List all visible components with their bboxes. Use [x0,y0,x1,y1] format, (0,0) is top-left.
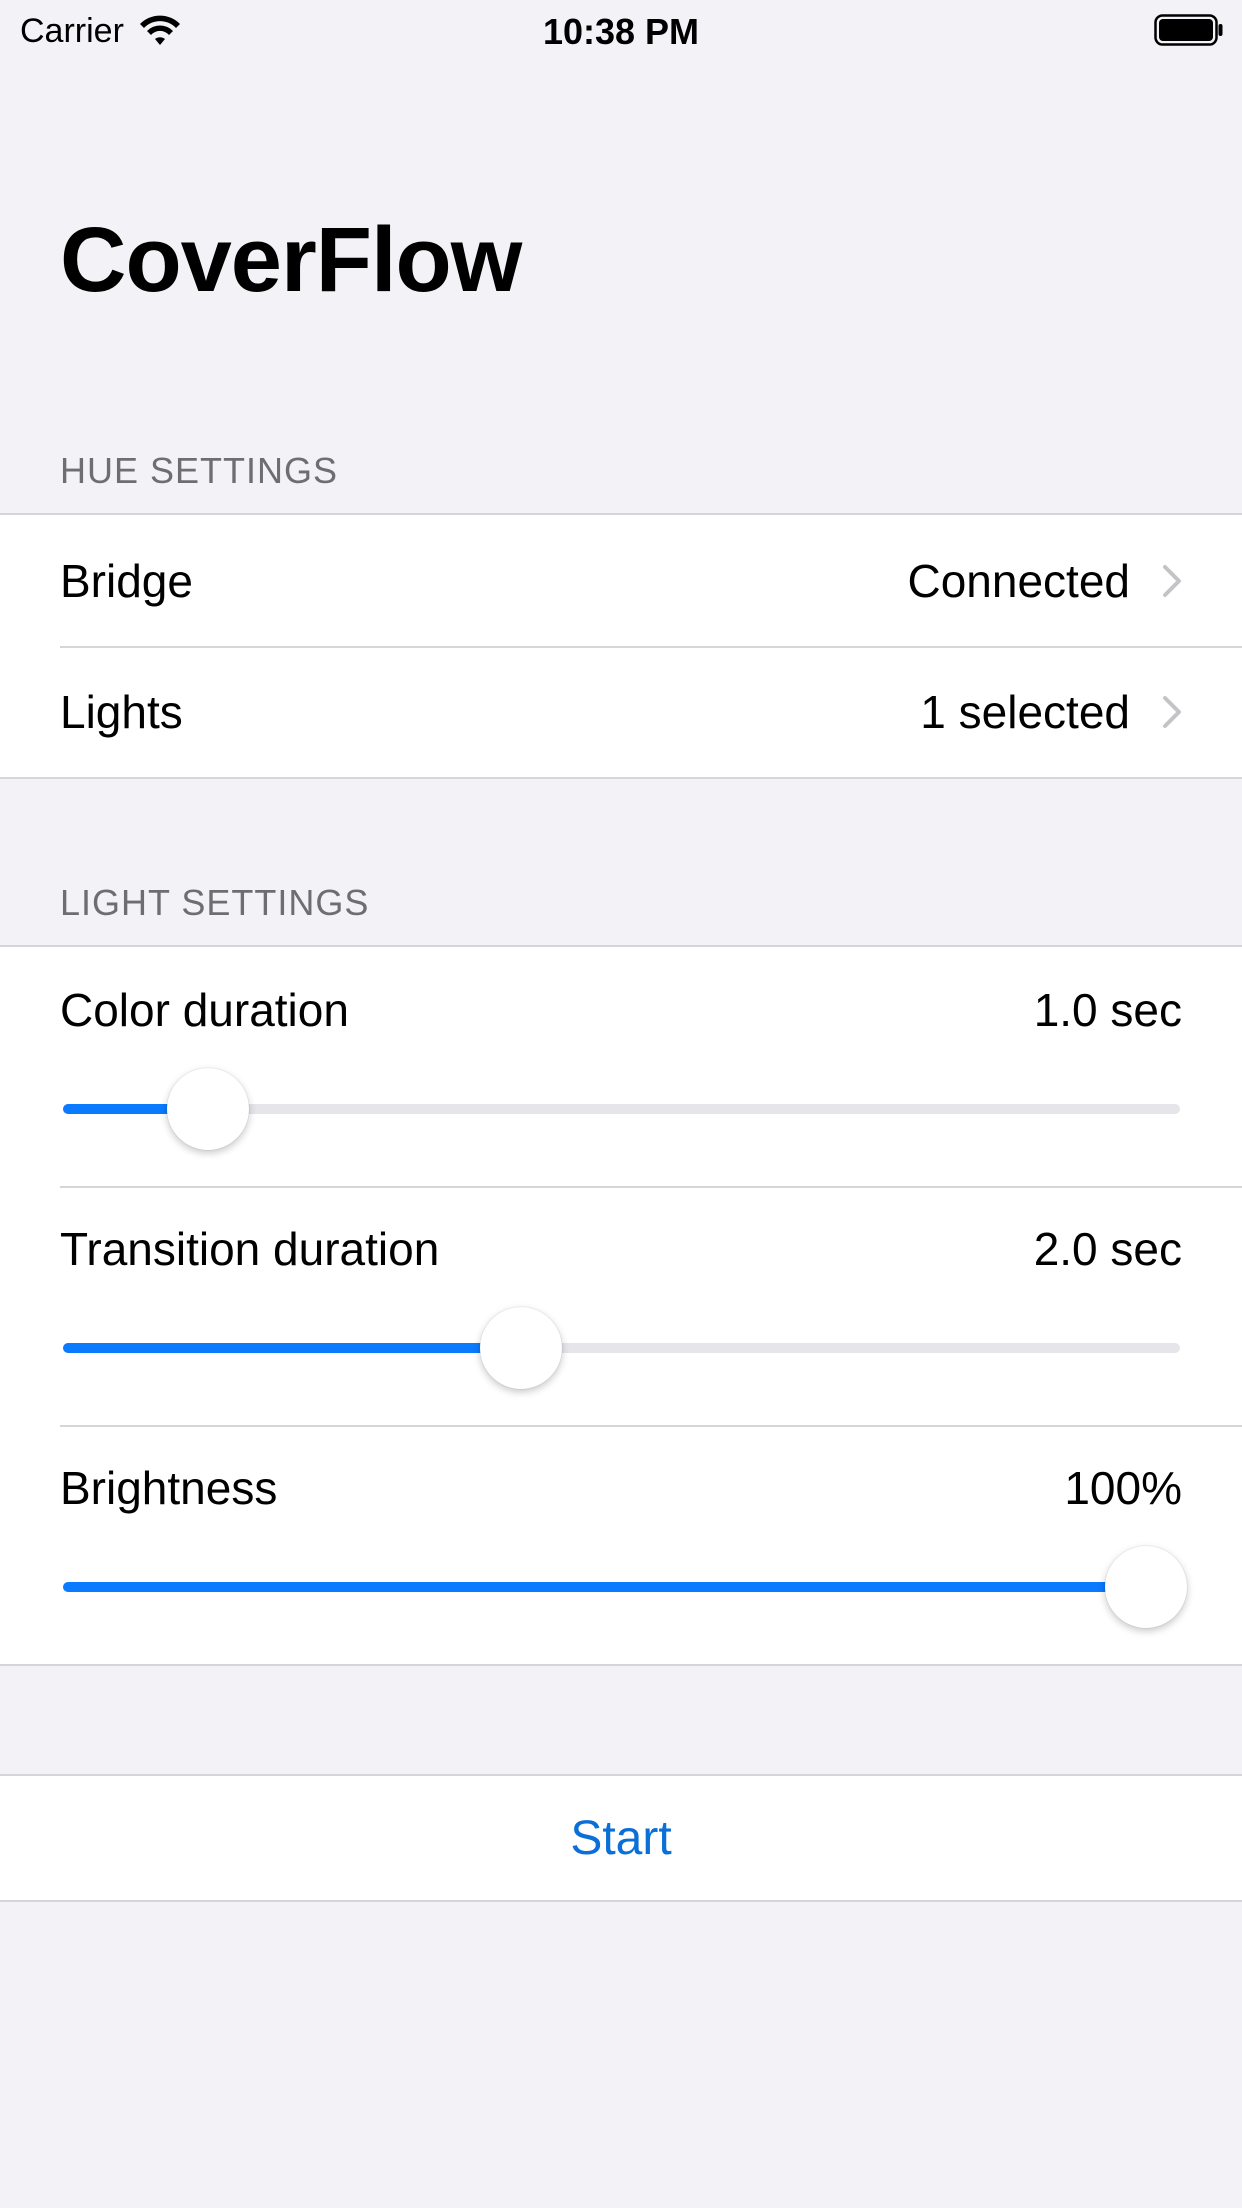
bridge-value: Connected [907,554,1131,607]
status-time: 10:38 PM [542,11,700,52]
color-duration-slider[interactable] [63,1068,1180,1150]
slider-thumb[interactable] [1105,1546,1188,1628]
brightness-label: Brightness [60,1462,278,1514]
start-button[interactable]: Start [570,1811,671,1866]
bridge-row[interactable]: Bridge Connected [0,515,1242,646]
bridge-label: Bridge [60,554,193,607]
color-duration-label: Color duration [60,984,349,1036]
battery-icon [1154,14,1223,46]
brightness-slider[interactable] [63,1546,1188,1628]
light-settings-header: LIGHT SETTINGS [60,882,370,923]
hue-settings-header: HUE SETTINGS [60,450,339,491]
brightness-value: 100% [1064,1462,1182,1514]
transition-duration-cell: Transition duration 2.0 sec [0,1186,1242,1425]
transition-duration-label: Transition duration [60,1223,440,1275]
lights-value: 1 selected [920,685,1130,738]
start-group: Start [0,1774,1242,1902]
screen: Carrier 10:38 PM CoverFlow HUE SETTINGS … [0,0,1242,2208]
lights-row[interactable]: Lights 1 selected [0,646,1242,777]
lights-label: Lights [60,685,183,738]
slider-fill [63,1343,521,1353]
transition-duration-slider[interactable] [63,1307,1180,1389]
light-settings-group: Color duration 1.0 sec Transition durati… [0,945,1242,1666]
slider-thumb[interactable] [167,1068,250,1150]
page-title: CoverFlow [60,209,522,311]
chevron-right-icon [1163,564,1181,597]
slider-fill [63,1582,1147,1592]
chevron-right-icon [1163,695,1181,728]
status-bar: Carrier 10:38 PM [0,0,1242,62]
slider-thumb[interactable] [479,1307,562,1389]
hue-settings-group: Bridge Connected Lights 1 selected [0,513,1242,779]
color-duration-cell: Color duration 1.0 sec [0,947,1242,1186]
transition-duration-value: 2.0 sec [1033,1223,1182,1275]
color-duration-value: 1.0 sec [1033,984,1182,1036]
brightness-cell: Brightness 100% [0,1425,1242,1664]
